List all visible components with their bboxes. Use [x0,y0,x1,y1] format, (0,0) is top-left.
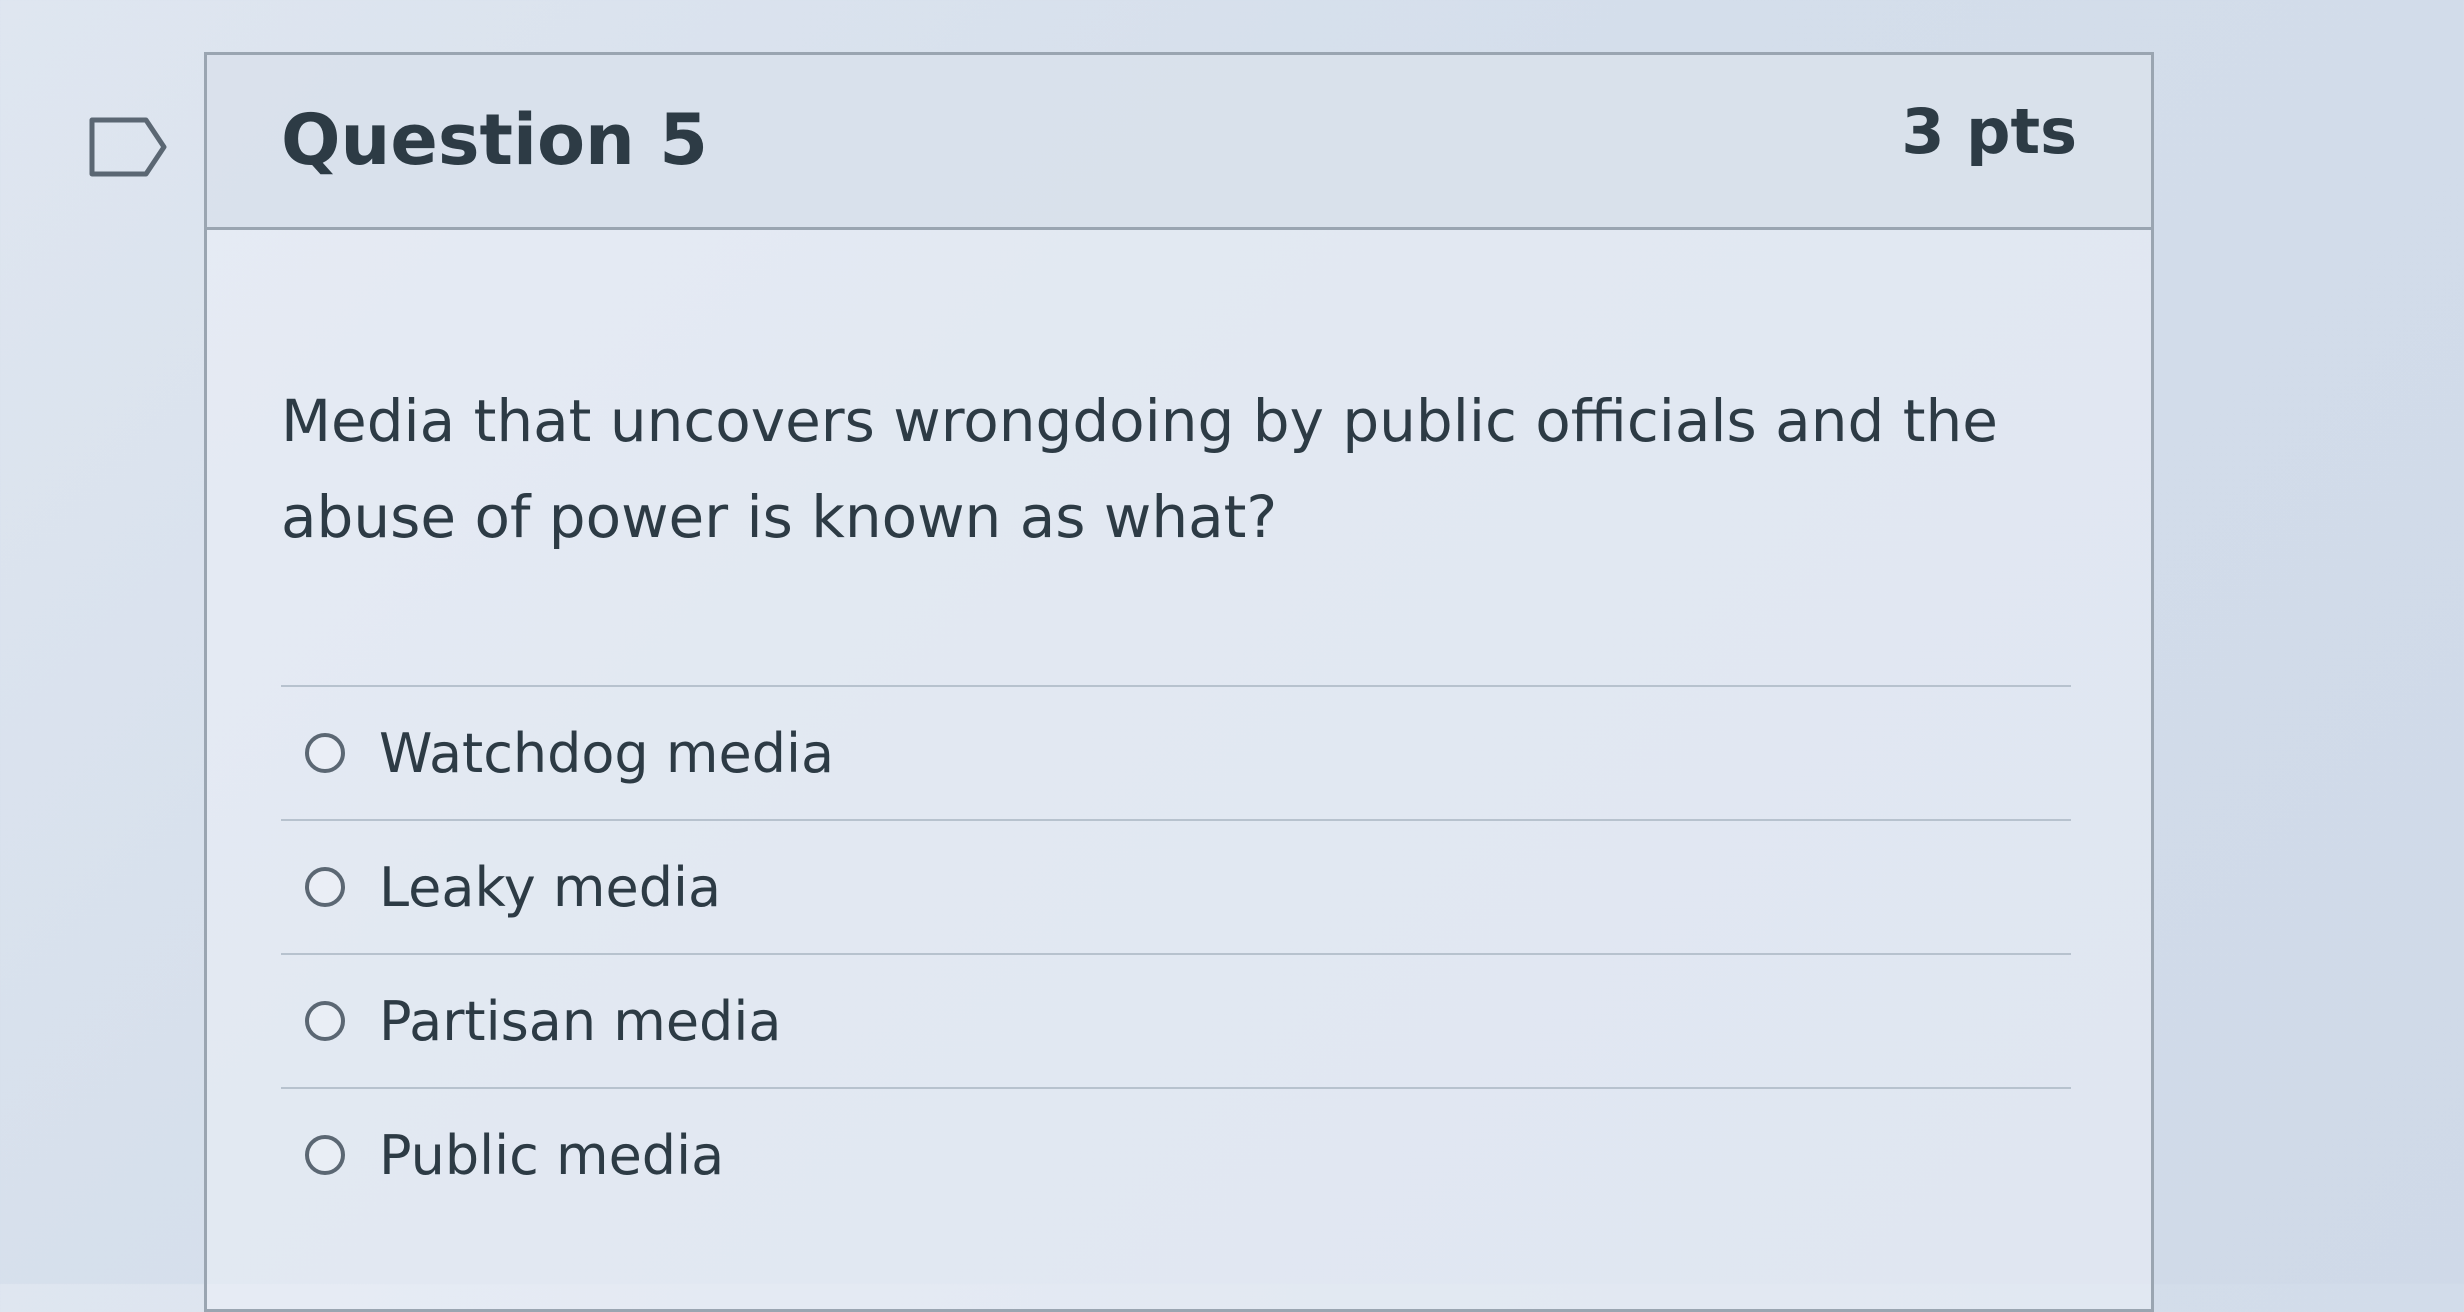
answer-option[interactable]: Watchdog media [281,687,2071,821]
answer-list: Watchdog media Leaky media Partisan medi… [281,685,2071,1221]
question-header: Question 5 3 pts [207,55,2151,230]
answer-option[interactable]: Public media [281,1089,2071,1221]
answer-label: Partisan media [379,989,782,1053]
radio-button[interactable] [305,1135,345,1175]
radio-button[interactable] [305,1001,345,1041]
answer-label: Watchdog media [379,721,835,785]
flag-question-icon[interactable] [88,116,168,178]
answer-option[interactable]: Leaky media [281,821,2071,955]
answer-label: Leaky media [379,855,722,919]
radio-button[interactable] [305,867,345,907]
question-title: Question 5 [281,99,708,181]
radio-button[interactable] [305,733,345,773]
question-points: 3 pts [1901,95,2077,168]
answer-option[interactable]: Partisan media [281,955,2071,1089]
answer-label: Public media [379,1123,725,1187]
question-text: Media that uncovers wrongdoing by public… [281,387,1998,551]
question-card: Question 5 3 pts Media that uncovers wro… [204,52,2154,1312]
